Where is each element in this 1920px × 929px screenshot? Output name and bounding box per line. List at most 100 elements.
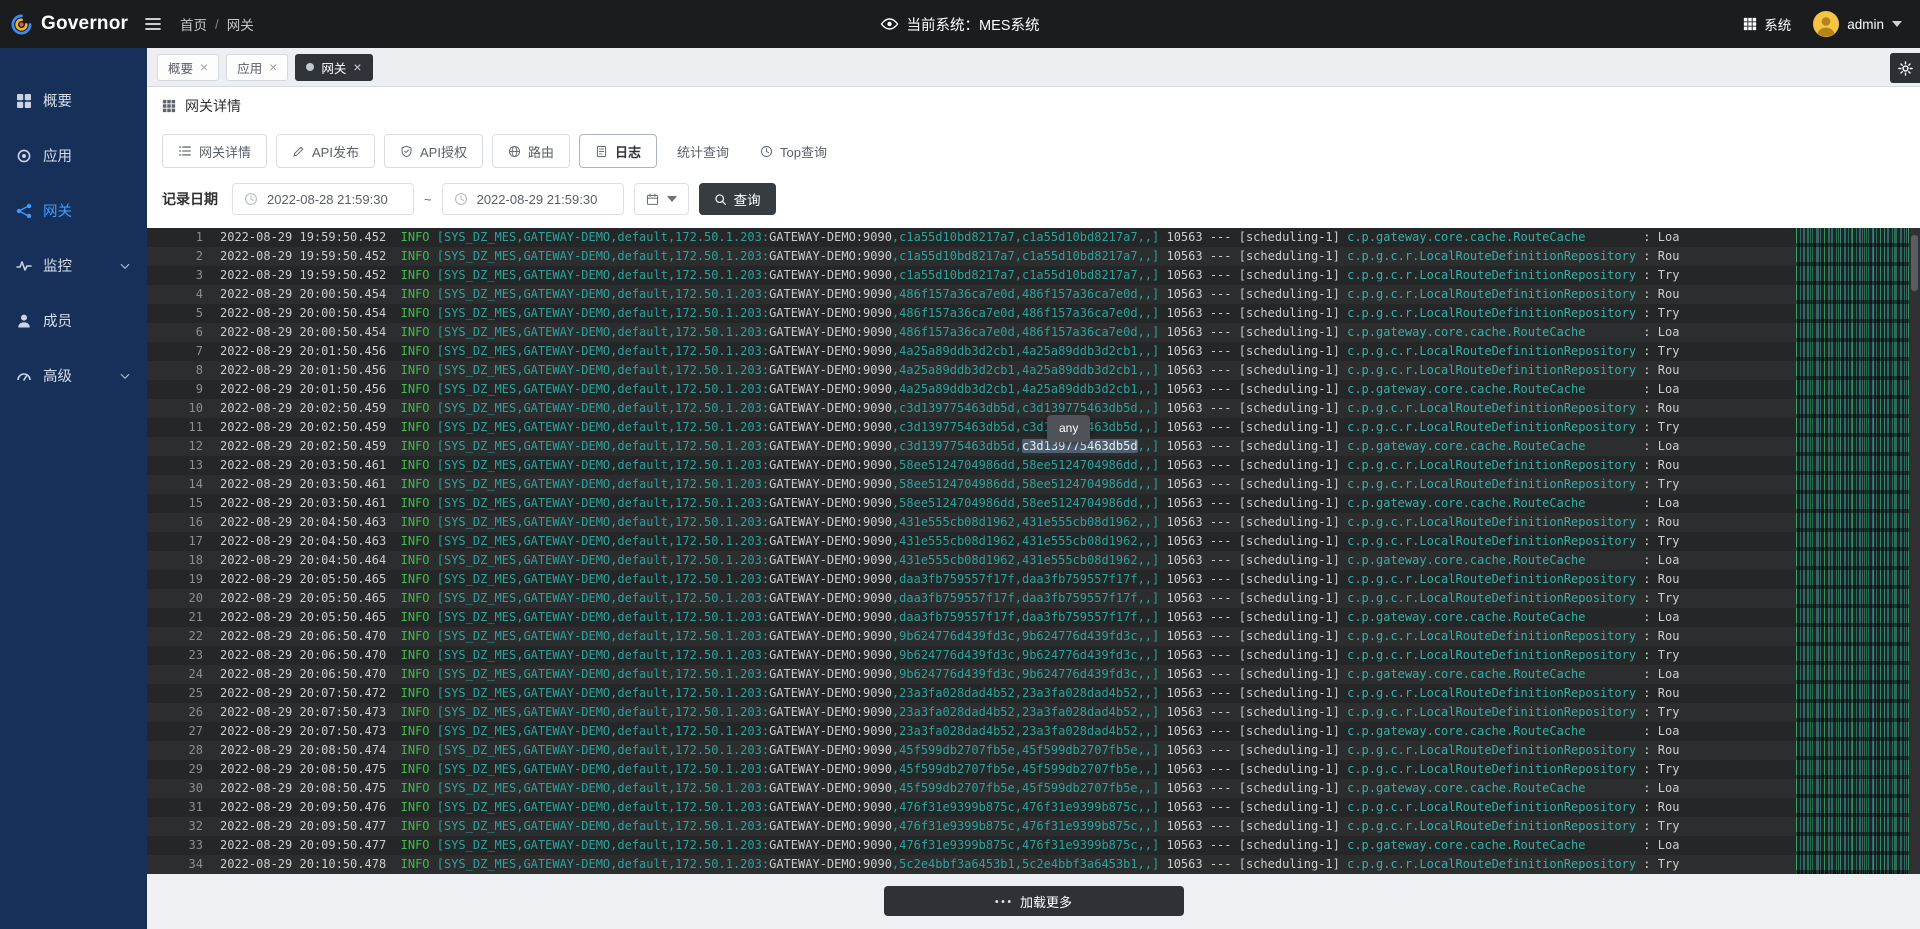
log-line[interactable]: 32022-08-29 19:59:50.452 INFO [SYS_DZ_ME… [147,266,1920,285]
log-line[interactable]: 252022-08-29 20:07:50.472 INFO [SYS_DZ_M… [147,684,1920,703]
end-date-input[interactable]: 2022-08-29 21:59:30 [442,183,624,215]
log-line[interactable]: 302022-08-29 20:08:50.475 INFO [SYS_DZ_M… [147,779,1920,798]
tab-top-query[interactable]: Top查询 [749,134,838,168]
tab-statistics-query[interactable]: 统计查询 [666,134,740,168]
scrollbar-thumb[interactable] [1911,235,1918,291]
log-line[interactable]: 102022-08-29 20:02:50.459 INFO [SYS_DZ_M… [147,399,1920,418]
breadcrumb-home[interactable]: 首页 [180,14,207,34]
log-scrollbar[interactable] [1910,228,1920,874]
sidebar-item-overview[interactable]: 概要 [0,73,147,128]
load-more-button[interactable]: 加载更多 [884,886,1184,916]
date-preset-dropdown[interactable] [634,183,689,215]
load-more-label: 加载更多 [1020,892,1072,911]
start-date-value: 2022-08-28 21:59:30 [267,192,388,207]
tab-gateway[interactable]: 网关 × [295,54,372,81]
log-line[interactable]: 222022-08-29 20:06:50.470 INFO [SYS_DZ_M… [147,627,1920,646]
log-line[interactable]: 332022-08-29 20:09:50.477 INFO [SYS_DZ_M… [147,836,1920,855]
user-menu-button[interactable]: admin [1813,11,1902,37]
log-line[interactable]: 82022-08-29 20:01:50.456 INFO [SYS_DZ_ME… [147,361,1920,380]
sidebar-item-application[interactable]: 应用 [0,128,147,183]
sidebar-item-label: 监控 [43,255,72,276]
main-content: 概要 × 应用 × 网关 × 网关详情 网关详情 API发布 [147,48,1920,929]
sidebar-item-label: 应用 [43,145,72,166]
log-line[interactable]: 152022-08-29 20:03:50.461 INFO [SYS_DZ_M… [147,494,1920,513]
globe-icon [508,145,521,158]
tab-overview[interactable]: 概要 × [157,54,219,81]
settings-gear-button[interactable] [1890,53,1920,83]
log-line[interactable]: 182022-08-29 20:04:50.464 INFO [SYS_DZ_M… [147,551,1920,570]
log-line[interactable]: 212022-08-29 20:05:50.465 INFO [SYS_DZ_M… [147,608,1920,627]
close-icon[interactable]: × [353,60,361,74]
open-tabs-bar: 概要 × 应用 × 网关 × [147,48,1920,87]
start-date-input[interactable]: 2022-08-28 21:59:30 [232,183,414,215]
tab-label: API发布 [312,142,359,161]
username: admin [1847,17,1884,32]
log-line[interactable]: 272022-08-29 20:07:50.473 INFO [SYS_DZ_M… [147,722,1920,741]
close-icon[interactable]: × [200,60,208,74]
log-line[interactable]: 172022-08-29 20:04:50.463 INFO [SYS_DZ_M… [147,532,1920,551]
tab-label: 网关详情 [199,142,251,161]
grid-icon [1743,17,1757,31]
sidebar-item-label: 成员 [43,310,72,331]
breadcrumb-current: 网关 [227,14,254,34]
search-button-label: 查询 [734,189,761,209]
log-line[interactable]: 62022-08-29 20:00:50.454 INFO [SYS_DZ_ME… [147,323,1920,342]
ellipsis-icon [995,899,1011,904]
tab-application[interactable]: 应用 × [226,54,288,81]
log-line[interactable]: 142022-08-29 20:03:50.461 INFO [SYS_DZ_M… [147,475,1920,494]
log-line[interactable]: 232022-08-29 20:06:50.470 INFO [SYS_DZ_M… [147,646,1920,665]
log-line[interactable]: 192022-08-29 20:05:50.465 INFO [SYS_DZ_M… [147,570,1920,589]
log-line[interactable]: 42022-08-29 20:00:50.454 INFO [SYS_DZ_ME… [147,285,1920,304]
sidebar-item-gateway[interactable]: 网关 [0,183,147,238]
tab-routes[interactable]: 路由 [492,134,570,168]
log-lines: 12022-08-29 19:59:50.452 INFO [SYS_DZ_ME… [147,228,1920,874]
sidebar-item-advanced[interactable]: 高级 [0,348,147,403]
tab-label: 网关 [321,58,346,77]
clock-icon [244,192,258,206]
calendar-icon [646,193,659,206]
log-line[interactable]: 132022-08-29 20:03:50.461 INFO [SYS_DZ_M… [147,456,1920,475]
current-system-label: 当前系统：MES系统 [907,14,1040,35]
gauge-icon [760,145,773,158]
log-line[interactable]: 292022-08-29 20:08:50.475 INFO [SYS_DZ_M… [147,760,1920,779]
tab-gateway-detail[interactable]: 网关详情 [162,134,267,168]
eye-icon [881,18,899,30]
log-line[interactable]: 322022-08-29 20:09:50.477 INFO [SYS_DZ_M… [147,817,1920,836]
log-line[interactable]: 92022-08-29 20:01:50.456 INFO [SYS_DZ_ME… [147,380,1920,399]
detail-tabs: 网关详情 API发布 API授权 路由 日志 统计查询 [147,125,1920,177]
log-line[interactable]: 202022-08-29 20:05:50.465 INFO [SYS_DZ_M… [147,589,1920,608]
dashboard-icon [16,93,32,109]
search-icon [714,193,727,206]
log-line[interactable]: 112022-08-29 20:02:50.459 INFO [SYS_DZ_M… [147,418,1920,437]
sidebar-item-members[interactable]: 成员 [0,293,147,348]
tab-api-publish[interactable]: API发布 [276,134,375,168]
log-line[interactable]: 22022-08-29 19:59:50.452 INFO [SYS_DZ_ME… [147,247,1920,266]
member-icon [16,313,32,329]
menu-icon[interactable] [144,15,162,33]
log-line[interactable]: 122022-08-29 20:02:50.459 INFO [SYS_DZ_M… [147,437,1920,456]
sidebar-item-monitoring[interactable]: 监控 [0,238,147,293]
log-line[interactable]: 242022-08-29 20:06:50.470 INFO [SYS_DZ_M… [147,665,1920,684]
logo-swirl-icon [10,13,33,36]
filter-label: 记录日期 [162,189,218,209]
log-line[interactable]: 162022-08-29 20:04:50.463 INFO [SYS_DZ_M… [147,513,1920,532]
document-icon [595,145,608,158]
tab-logs[interactable]: 日志 [579,134,657,168]
log-line[interactable]: 12022-08-29 19:59:50.452 INFO [SYS_DZ_ME… [147,228,1920,247]
log-line[interactable]: 52022-08-29 20:00:50.454 INFO [SYS_DZ_ME… [147,304,1920,323]
system-menu-button[interactable]: 系统 [1743,14,1791,34]
tab-label: 应用 [237,58,262,77]
log-line[interactable]: 262022-08-29 20:07:50.473 INFO [SYS_DZ_M… [147,703,1920,722]
logo-text: Governor [41,13,128,35]
tab-label: Top查询 [780,142,827,161]
log-line[interactable]: 342022-08-29 20:10:50.478 INFO [SYS_DZ_M… [147,855,1920,874]
breadcrumb: 首页 / 网关 [180,14,254,34]
log-line[interactable]: 72022-08-29 20:01:50.456 INFO [SYS_DZ_ME… [147,342,1920,361]
close-icon[interactable]: × [269,60,277,74]
sidebar-item-label: 高级 [43,365,72,386]
log-line[interactable]: 312022-08-29 20:09:50.476 INFO [SYS_DZ_M… [147,798,1920,817]
log-line[interactable]: 282022-08-29 20:08:50.474 INFO [SYS_DZ_M… [147,741,1920,760]
tab-api-auth[interactable]: API授权 [384,134,483,168]
page-title: 网关详情 [185,96,241,116]
search-button[interactable]: 查询 [699,183,776,215]
